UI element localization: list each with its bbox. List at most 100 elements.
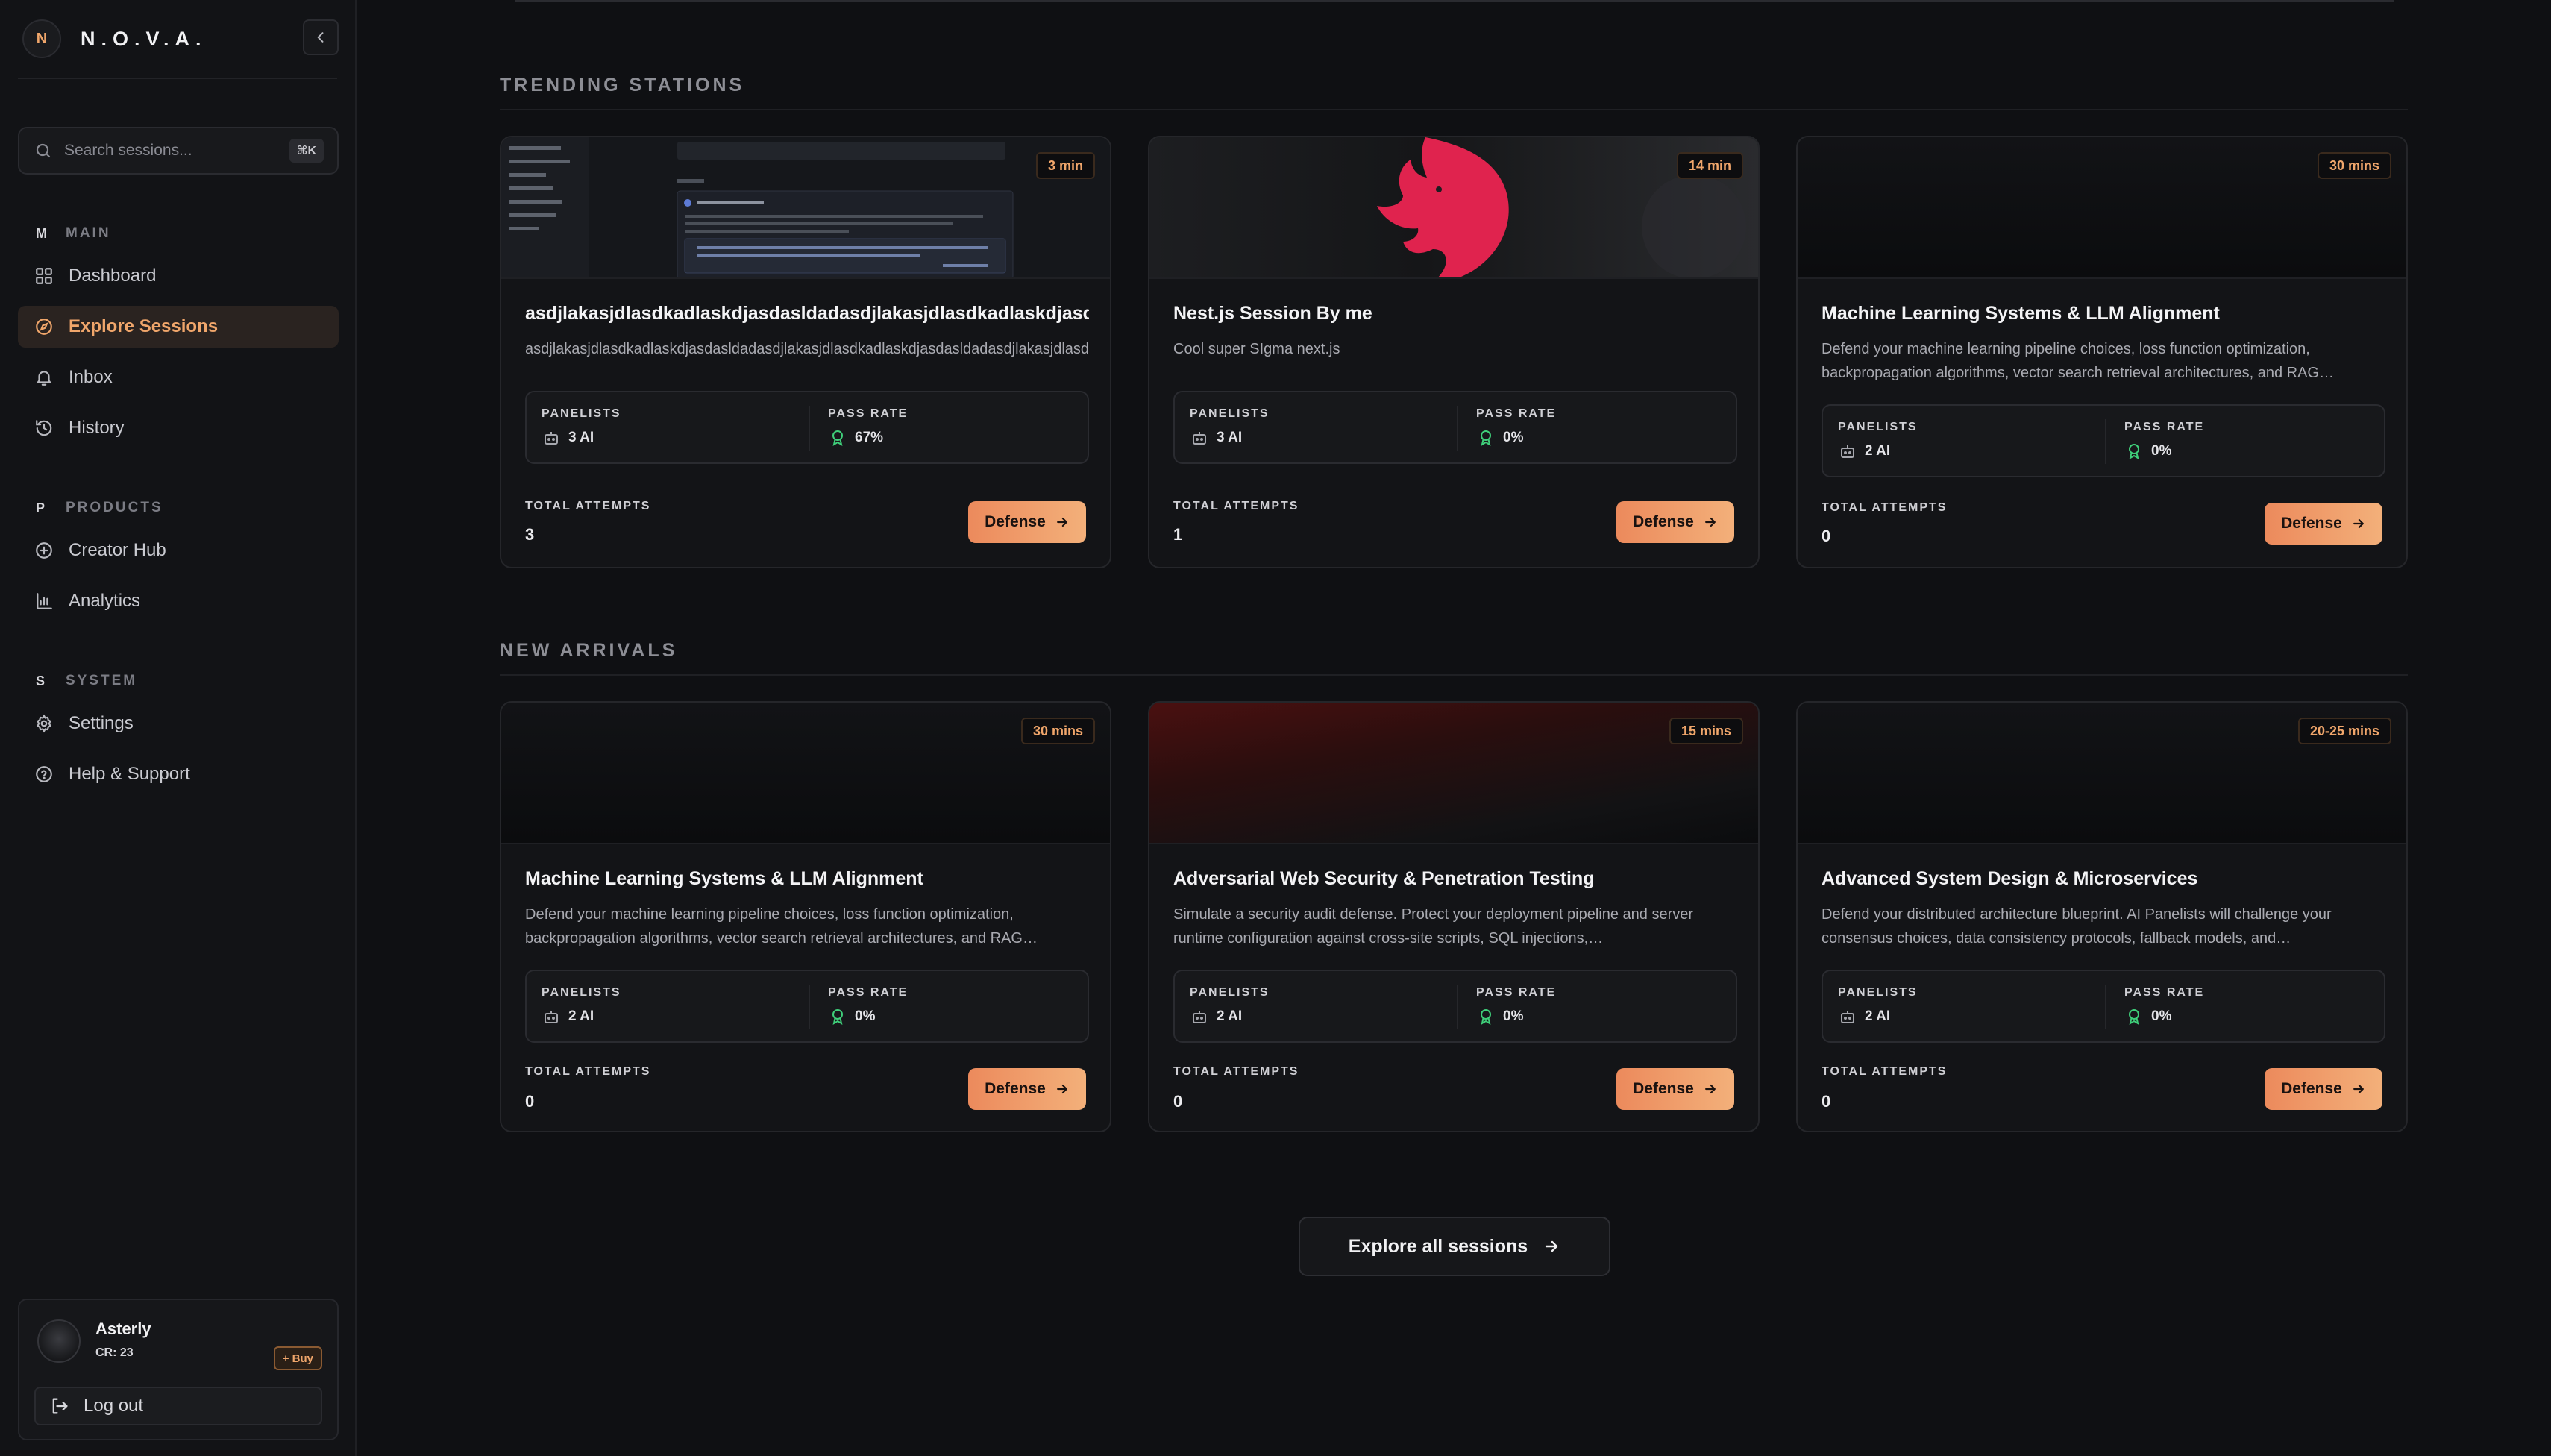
card-stats: PANELISTS 2 AI PASS RATE 0% <box>1822 404 2385 477</box>
award-icon <box>2124 1007 2144 1026</box>
panelists-value: 2 AI <box>568 1008 594 1024</box>
sidebar-item-history[interactable]: History <box>18 407 339 449</box>
session-card[interactable]: 30 mins Machine Learning Systems & LLM A… <box>500 701 1111 1132</box>
brand-name: N.O.V.A. <box>81 27 207 50</box>
pass-rate-value: 67% <box>855 430 884 445</box>
arrow-right-icon <box>1055 1082 1070 1096</box>
stat-value: 0% <box>1476 1007 1556 1026</box>
stat-label: PANELISTS <box>1838 421 1918 433</box>
screenshot-thumbnail-image <box>501 137 1110 277</box>
gear-icon <box>33 712 55 735</box>
pass-rate-value: 0% <box>855 1008 876 1024</box>
stat-value: 3 AI <box>542 428 621 448</box>
session-card[interactable]: 15 mins Adversarial Web Security & Penet… <box>1148 701 1760 1132</box>
avatar[interactable] <box>37 1320 81 1363</box>
sidebar-item-label: Inbox <box>69 367 113 387</box>
chevron-left-icon <box>317 32 324 43</box>
sidebar-item-analytics[interactable]: Analytics <box>18 580 339 622</box>
total-attempts-value: 0 <box>1173 1092 1183 1111</box>
user-credits: CR: 23 <box>95 1346 134 1359</box>
panelists-value: 3 AI <box>568 430 594 445</box>
stat-label: PASS RATE <box>828 986 909 999</box>
logout-button[interactable]: Log out <box>34 1387 322 1425</box>
pass-rate-stat: PASS RATE 0% <box>1476 986 1556 1026</box>
pass-rate-value: 0% <box>2151 1008 2172 1024</box>
sidebar-item-creator-hub[interactable]: Creator Hub <box>18 530 339 571</box>
robot-icon <box>1190 428 1209 448</box>
card-description: asdjlakasjdlasdkadlaskdjasdasldadasdjlak… <box>525 341 1089 357</box>
arrow-right-icon <box>1055 515 1070 530</box>
defense-button[interactable]: Defense <box>2265 1068 2382 1110</box>
pass-rate-value: 0% <box>1503 1008 1524 1024</box>
card-stats: PANELISTS 2 AI PASS RATE 0% <box>1822 970 2385 1043</box>
defense-label: Defense <box>1633 1080 1694 1097</box>
pass-rate-value: 0% <box>1503 430 1524 445</box>
section-text: MAIN <box>66 225 111 241</box>
total-attempts-value: 0 <box>1822 527 1831 545</box>
sidebar-item-label: Dashboard <box>69 266 157 286</box>
panelists-stat: PANELISTS 2 AI <box>1190 986 1270 1026</box>
award-icon <box>2124 442 2144 461</box>
search-placeholder: Search sessions... <box>64 142 192 159</box>
stat-label: PASS RATE <box>2124 986 2205 999</box>
duration-badge: 14 min <box>1676 152 1743 179</box>
defense-button[interactable]: Defense <box>968 1068 1086 1110</box>
sidebar-item-dashboard[interactable]: Dashboard <box>18 255 339 297</box>
panelists-value: 3 AI <box>1217 430 1243 445</box>
arrow-right-icon <box>1703 515 1718 530</box>
defense-button[interactable]: Defense <box>1616 501 1734 543</box>
session-card[interactable]: 30 mins Machine Learning Systems & LLM A… <box>1796 136 2408 568</box>
stat-label: PANELISTS <box>542 407 621 420</box>
stat-label: PANELISTS <box>1190 986 1270 999</box>
user-name: Asterly <box>95 1320 151 1338</box>
total-attempts-label: TOTAL ATTEMPTS <box>1173 1065 1299 1078</box>
explore-all-sessions-button[interactable]: Explore all sessions <box>1299 1217 1610 1276</box>
brand[interactable]: N N.O.V.A. <box>22 15 339 63</box>
card-description: Simulate a security audit defense. Prote… <box>1173 906 1694 947</box>
stat-divider <box>1457 406 1458 451</box>
section-label-system: S SYSTEM <box>36 673 137 689</box>
defense-button[interactable]: Defense <box>2265 503 2382 545</box>
stat-value: 2 AI <box>1190 1007 1270 1026</box>
section-divider <box>500 109 2408 110</box>
help-circle-icon <box>33 763 55 785</box>
panelists-value: 2 AI <box>1865 1008 1891 1024</box>
sidebar-item-explore-sessions[interactable]: Explore Sessions <box>18 306 339 348</box>
total-attempts-value: 1 <box>1173 525 1183 544</box>
sidebar-item-inbox[interactable]: Inbox <box>18 357 339 398</box>
award-icon <box>828 428 847 448</box>
total-attempts-value: 3 <box>525 525 535 544</box>
pass-rate-stat: PASS RATE 0% <box>2124 986 2204 1026</box>
session-card[interactable]: 14 min Nest.js Session By me Cool super … <box>1148 136 1760 568</box>
stat-value: 0% <box>2124 1007 2204 1026</box>
panelists-stat: PANELISTS 2 AI <box>1838 986 1918 1026</box>
defense-button[interactable]: Defense <box>968 501 1086 543</box>
buy-credits-button[interactable]: + Buy <box>273 1346 322 1370</box>
session-card[interactable]: 20-25 mins Advanced System Design & Micr… <box>1796 701 2408 1132</box>
card-stats: PANELISTS 3 AI PASS RATE 67% <box>525 391 1089 464</box>
total-attempts-label: TOTAL ATTEMPTS <box>525 1065 651 1078</box>
section-title-new-arrivals: NEW ARRIVALS <box>500 640 678 661</box>
award-icon <box>828 1007 847 1026</box>
stat-divider <box>809 406 810 451</box>
stat-divider <box>2105 419 2106 464</box>
compass-icon <box>33 316 55 338</box>
search-input[interactable]: Search sessions... ⌘K <box>18 127 339 175</box>
sidebar-item-help-support[interactable]: Help & Support <box>18 753 339 795</box>
defense-label: Defense <box>985 1080 1046 1097</box>
sidebar-item-settings[interactable]: Settings <box>18 703 339 744</box>
panelists-value: 2 AI <box>1865 443 1891 459</box>
arrow-right-icon <box>2351 516 2366 531</box>
sidebar-item-label: History <box>69 418 125 438</box>
defense-label: Defense <box>985 513 1046 530</box>
nestjs-logo-icon <box>1377 137 1746 277</box>
pass-rate-stat: PASS RATE 0% <box>828 986 908 1026</box>
stat-value: 0% <box>1476 428 1556 448</box>
sidebar: N N.O.V.A. Search sessions... ⌘K M MAIN … <box>0 0 357 1456</box>
stat-divider <box>809 985 810 1029</box>
collapse-sidebar-button[interactable] <box>303 19 339 55</box>
total-attempts-value: 0 <box>1822 1092 1831 1111</box>
session-card[interactable]: 3 min asdjlakasjdlasdkadlaskdjasdasldada… <box>500 136 1111 568</box>
defense-button[interactable]: Defense <box>1616 1068 1734 1110</box>
card-title: Adversarial Web Security & Penetration T… <box>1173 868 1595 889</box>
